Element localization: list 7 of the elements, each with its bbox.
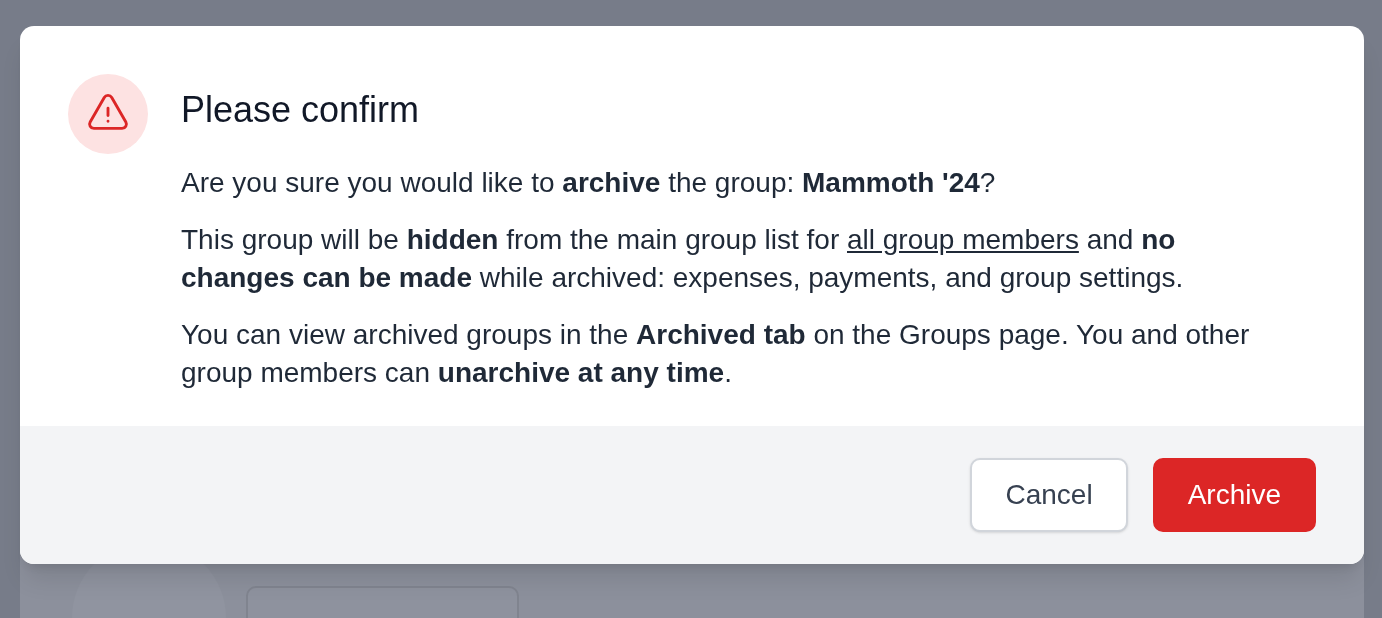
cancel-button[interactable]: Cancel (970, 458, 1128, 532)
archive-button[interactable]: Archive (1152, 458, 1316, 532)
dialog-paragraph: This group will be hidden from the main group list for all group members and no changes can be made while archived: expenses, payments, and group settings. (181, 223, 1185, 295)
dialog-paragraph: Are you sure you would like to archive the group: Mammoth '24? (181, 166, 996, 200)
dialog-paragraph: You can view archived groups in the Archived tab on the Groups page. You and other group members can unarchive at any time. (181, 318, 1251, 390)
link[interactable]: all group members (847, 224, 1079, 255)
dialog-title: Please confirm (181, 88, 420, 132)
